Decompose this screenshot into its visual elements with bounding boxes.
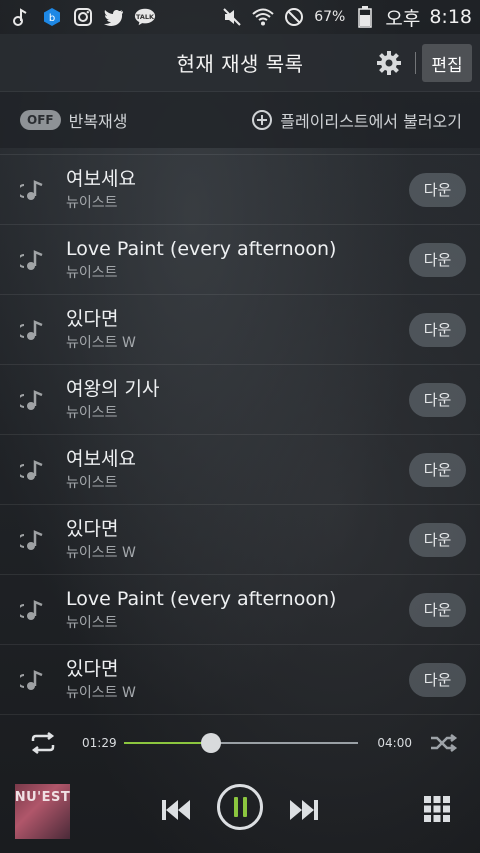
track-title: 있다면	[66, 657, 119, 680]
mute-icon	[221, 6, 243, 28]
do-not-disturb-icon	[283, 6, 305, 28]
repeat-mode-icon[interactable]	[28, 732, 58, 754]
music-note-icon	[17, 597, 46, 623]
track-artist: 뉴이스트 W	[66, 684, 136, 701]
track-row[interactable]: Love Paint (every afternoon) 뉴이스트 다운	[0, 225, 480, 295]
pause-bar-left	[233, 797, 238, 817]
twitter-icon	[103, 6, 125, 28]
load-playlist-label: 플레이리스트에서 불러오기	[280, 112, 462, 131]
music-note-icon	[17, 317, 46, 343]
seek-thumb[interactable]	[200, 733, 221, 753]
player-controls: NU'EST	[0, 766, 480, 853]
track-title: Love Paint (every afternoon)	[66, 237, 337, 260]
wifi-icon	[252, 6, 274, 28]
download-button[interactable]: 다운	[409, 382, 466, 417]
repeat-toggle[interactable]: OFF 반복재생	[20, 108, 128, 132]
clock-ampm: 오후	[385, 7, 421, 30]
status-bar: b TALK 67% 오후 8:18	[0, 0, 480, 34]
album-art[interactable]: NU'EST	[15, 784, 70, 839]
next-track-button[interactable]	[288, 798, 320, 822]
track-title: 여왕의 기사	[66, 377, 160, 400]
download-button[interactable]: 다운	[409, 522, 466, 557]
load-playlist-button[interactable]: 플레이리스트에서 불러오기	[252, 108, 462, 132]
playback-progress: 01:29 04:00	[0, 720, 480, 766]
download-button[interactable]: 다운	[409, 242, 466, 277]
track-row[interactable]: 있다면뉴이스트 W 다운	[0, 295, 480, 365]
track-artist: 뉴이스트	[66, 194, 118, 211]
options-bar: OFF 반복재생 플레이리스트에서 불러오기	[0, 92, 480, 148]
track-artist: 뉴이스트 W	[66, 334, 136, 351]
music-note-icon	[17, 527, 46, 553]
album-art-text: NU'EST	[14, 790, 71, 805]
battery-icon	[354, 6, 376, 28]
music-note-icon	[17, 387, 46, 413]
music-note-icon	[17, 247, 46, 273]
track-row[interactable]: 있다면뉴이스트 W 다운	[0, 505, 480, 575]
download-button[interactable]: 다운	[409, 662, 466, 697]
track-row[interactable]: 여왕의 기사뉴이스트 다운	[0, 365, 480, 435]
track-title: 여보세요	[66, 167, 136, 190]
track-row[interactable]: 있다면뉴이스트 W 다운	[0, 645, 480, 715]
grid-menu-icon[interactable]	[424, 796, 450, 822]
total-duration: 04:00	[377, 736, 412, 750]
app-hexagon-icon: b	[41, 6, 63, 28]
download-button[interactable]: 다운	[409, 592, 466, 627]
track-artist: 뉴이스트	[66, 614, 118, 631]
elapsed-time: 01:29	[82, 736, 117, 750]
download-button[interactable]: 다운	[409, 312, 466, 347]
music-note-icon	[17, 177, 46, 203]
music-note-icon	[17, 667, 46, 693]
seek-bar-fill	[124, 742, 211, 744]
header-divider	[415, 52, 416, 74]
pause-button[interactable]	[217, 784, 263, 830]
previous-track-button[interactable]	[160, 798, 192, 822]
header: 현재 재생 목록 편집	[0, 34, 480, 92]
page-title: 현재 재생 목록	[176, 52, 304, 76]
track-title: 있다면	[66, 307, 119, 330]
download-button[interactable]: 다운	[409, 452, 466, 487]
track-row[interactable]: 여보세요뉴이스트 다운	[0, 435, 480, 505]
download-button[interactable]: 다운	[409, 172, 466, 207]
music-note-icon	[10, 6, 32, 28]
track-artist: 뉴이스트	[66, 404, 118, 421]
track-artist: 뉴이스트	[66, 474, 118, 491]
clock-time: 8:18	[429, 6, 472, 28]
settings-gear-icon[interactable]	[376, 50, 402, 76]
kakaotalk-icon: TALK	[134, 6, 156, 28]
pause-bar-right	[242, 797, 247, 817]
track-row[interactable]: Love Paint (every afternoon) 뉴이스트 다운	[0, 575, 480, 645]
seek-bar[interactable]	[124, 733, 358, 753]
track-title: 있다면	[66, 517, 119, 540]
track-artist: 뉴이스트	[66, 264, 118, 281]
battery-percent: 67%	[314, 9, 346, 25]
track-list: 여보세요 뉴이스트 다운 Love Paint (every afternoon) 뉴이…	[0, 154, 480, 715]
shuffle-icon[interactable]	[430, 733, 458, 753]
edit-button[interactable]: 편집	[422, 44, 472, 82]
track-title: Love Paint (every afternoon)	[66, 587, 337, 610]
music-note-icon	[17, 457, 46, 483]
track-title: 여보세요	[66, 447, 136, 470]
track-artist: 뉴이스트 W	[66, 544, 136, 561]
track-row[interactable]: 여보세요뉴이스트 다운	[0, 155, 480, 225]
add-circle-icon	[252, 110, 273, 130]
repeat-state-badge: OFF	[20, 110, 61, 130]
instagram-icon	[72, 6, 94, 28]
repeat-label: 반복재생	[68, 112, 128, 131]
svg-text:b: b	[49, 13, 55, 24]
svg-text:TALK: TALK	[136, 13, 155, 21]
